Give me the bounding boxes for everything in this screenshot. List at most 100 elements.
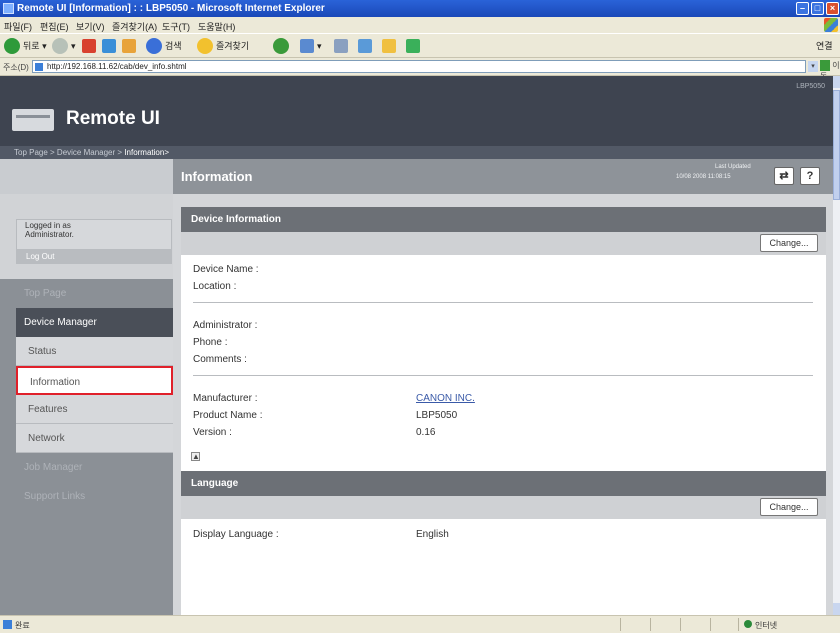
- manufacturer-label: Manufacturer :: [193, 393, 258, 404]
- menu-help[interactable]: 도움말(H): [198, 20, 235, 33]
- refresh-page-button[interactable]: ⇄: [774, 167, 794, 185]
- section-title: Language: [191, 478, 239, 489]
- links-button[interactable]: 연결: [816, 38, 833, 54]
- search-button[interactable]: 검색: [146, 38, 182, 54]
- scroll-thumb[interactable]: [833, 90, 840, 200]
- maximize-button[interactable]: □: [811, 2, 824, 15]
- last-updated-time: 10/08 2008 11:08:15: [676, 174, 731, 180]
- sidebar-item-label: Status: [28, 346, 57, 357]
- status-bar: 완료 인터넷: [0, 615, 840, 633]
- product-name-value: LBP5050: [416, 410, 458, 421]
- refresh-icon: ⇄: [779, 170, 789, 182]
- globe-icon: [744, 620, 752, 628]
- history-button[interactable]: [273, 38, 292, 54]
- menu-view[interactable]: 보기(V): [76, 20, 105, 33]
- edit-icon: [358, 39, 372, 53]
- phone-label: Phone :: [193, 337, 228, 348]
- manufacturer-link[interactable]: CANON INC.: [416, 393, 475, 404]
- search-icon: [146, 38, 162, 54]
- address-label: 주소(D): [3, 63, 29, 72]
- menu-tools[interactable]: 도구(T): [162, 20, 190, 33]
- back-button[interactable]: 뒤로 ▾: [4, 38, 47, 54]
- device-information-toolbar: Change...: [181, 232, 826, 255]
- home-button[interactable]: [122, 38, 139, 54]
- page-icon: [35, 63, 43, 71]
- section-title: Device Information: [191, 214, 282, 225]
- print-icon: [334, 39, 348, 53]
- sidebar-item-label: Network: [28, 433, 65, 444]
- messenger-button[interactable]: [406, 38, 423, 54]
- divider: [193, 375, 813, 376]
- sidebar-item-support-links[interactable]: Support Links: [16, 482, 173, 511]
- last-updated-label: Last Updated: [715, 164, 751, 170]
- main-content: Device Information Change... Device Name…: [173, 194, 833, 615]
- refresh-button[interactable]: [102, 38, 119, 54]
- folder-icon: [382, 39, 396, 53]
- home-icon: [122, 39, 136, 53]
- comments-label: Comments :: [193, 354, 247, 365]
- status-separator: [710, 618, 711, 631]
- edit-button[interactable]: [358, 38, 375, 54]
- print-button[interactable]: [334, 38, 351, 54]
- star-icon: [197, 38, 213, 54]
- collapse-up-icon[interactable]: ▲: [191, 452, 200, 461]
- breadcrumb-current: Information>: [124, 148, 169, 157]
- address-dropdown-button[interactable]: ▾: [808, 61, 818, 72]
- sidebar-item-top-page[interactable]: Top Page: [16, 279, 173, 308]
- status-separator: [738, 618, 739, 631]
- breadcrumb-path[interactable]: Top Page > Device Manager >: [14, 148, 124, 157]
- divider: [193, 302, 813, 303]
- search-label: 검색: [165, 41, 182, 51]
- sidebar-item-network[interactable]: Network: [16, 424, 173, 453]
- content-panel: Device Information Change... Device Name…: [181, 207, 826, 615]
- device-name-label: Device Name :: [193, 264, 259, 275]
- sidebar-item-features[interactable]: Features: [16, 395, 173, 424]
- product-name-label: Product Name :: [193, 410, 263, 421]
- remote-ui-logo: Remote UI: [66, 108, 160, 129]
- page-viewport: Remote UI LBP5050 Top Page > Device Mana…: [0, 76, 833, 615]
- page-done-icon: [3, 620, 12, 629]
- menu-file[interactable]: 파일(F): [4, 20, 32, 33]
- sidebar-item-device-manager[interactable]: Device Manager: [16, 308, 173, 337]
- menu-favorites[interactable]: 즐겨찾기(A): [112, 20, 157, 33]
- forward-button[interactable]: ▾: [52, 38, 76, 54]
- change-language-button[interactable]: Change...: [760, 498, 818, 516]
- go-button[interactable]: 이동: [820, 60, 840, 81]
- sidebar-item-job-manager[interactable]: Job Manager: [16, 453, 173, 482]
- menu-edit[interactable]: 편집(E): [40, 20, 69, 33]
- display-language-label: Display Language :: [193, 529, 279, 540]
- change-device-info-button[interactable]: Change...: [760, 234, 818, 252]
- address-input[interactable]: http://192.168.11.62/cab/dev_info.shtml: [32, 60, 806, 73]
- page-title: Information: [181, 169, 253, 184]
- security-zone: 인터넷: [744, 620, 777, 631]
- minimize-button[interactable]: –: [796, 2, 809, 15]
- mail-icon: [300, 39, 314, 53]
- stop-icon: [82, 39, 96, 53]
- stop-button[interactable]: [82, 38, 99, 54]
- scroll-up-button[interactable]: [833, 76, 840, 88]
- help-button[interactable]: ?: [800, 167, 820, 185]
- sidebar-item-information[interactable]: Information: [16, 366, 173, 395]
- sidebar-item-status[interactable]: Status: [16, 337, 173, 366]
- back-label: 뒤로: [23, 41, 40, 51]
- folder-button[interactable]: [382, 38, 399, 54]
- language-toolbar: Change...: [181, 496, 826, 519]
- favorites-button[interactable]: 즐겨찾기: [197, 38, 249, 54]
- sidebar-item-label: Support Links: [24, 491, 86, 502]
- mail-button[interactable]: ▾: [300, 38, 322, 54]
- vertical-scrollbar[interactable]: [833, 76, 840, 615]
- scroll-down-button[interactable]: [833, 603, 840, 615]
- close-button[interactable]: ×: [826, 2, 839, 15]
- logout-link[interactable]: Log Out: [16, 249, 172, 264]
- history-icon: [273, 38, 289, 54]
- back-arrow-icon: [4, 38, 20, 54]
- sidebar-item-label: Job Manager: [24, 462, 83, 473]
- refresh-icon: [102, 39, 116, 53]
- help-icon: ?: [806, 170, 814, 182]
- logout-label: Log Out: [26, 252, 55, 261]
- version-value: 0.16: [416, 427, 436, 438]
- menu-bar: 파일(F) 편집(E) 보기(V) 즐겨찾기(A) 도구(T) 도움말(H): [0, 17, 840, 33]
- location-label: Location :: [193, 281, 237, 292]
- ie-app-icon: [3, 3, 14, 14]
- login-status-box: Logged in as Administrator. Log Out: [0, 194, 173, 279]
